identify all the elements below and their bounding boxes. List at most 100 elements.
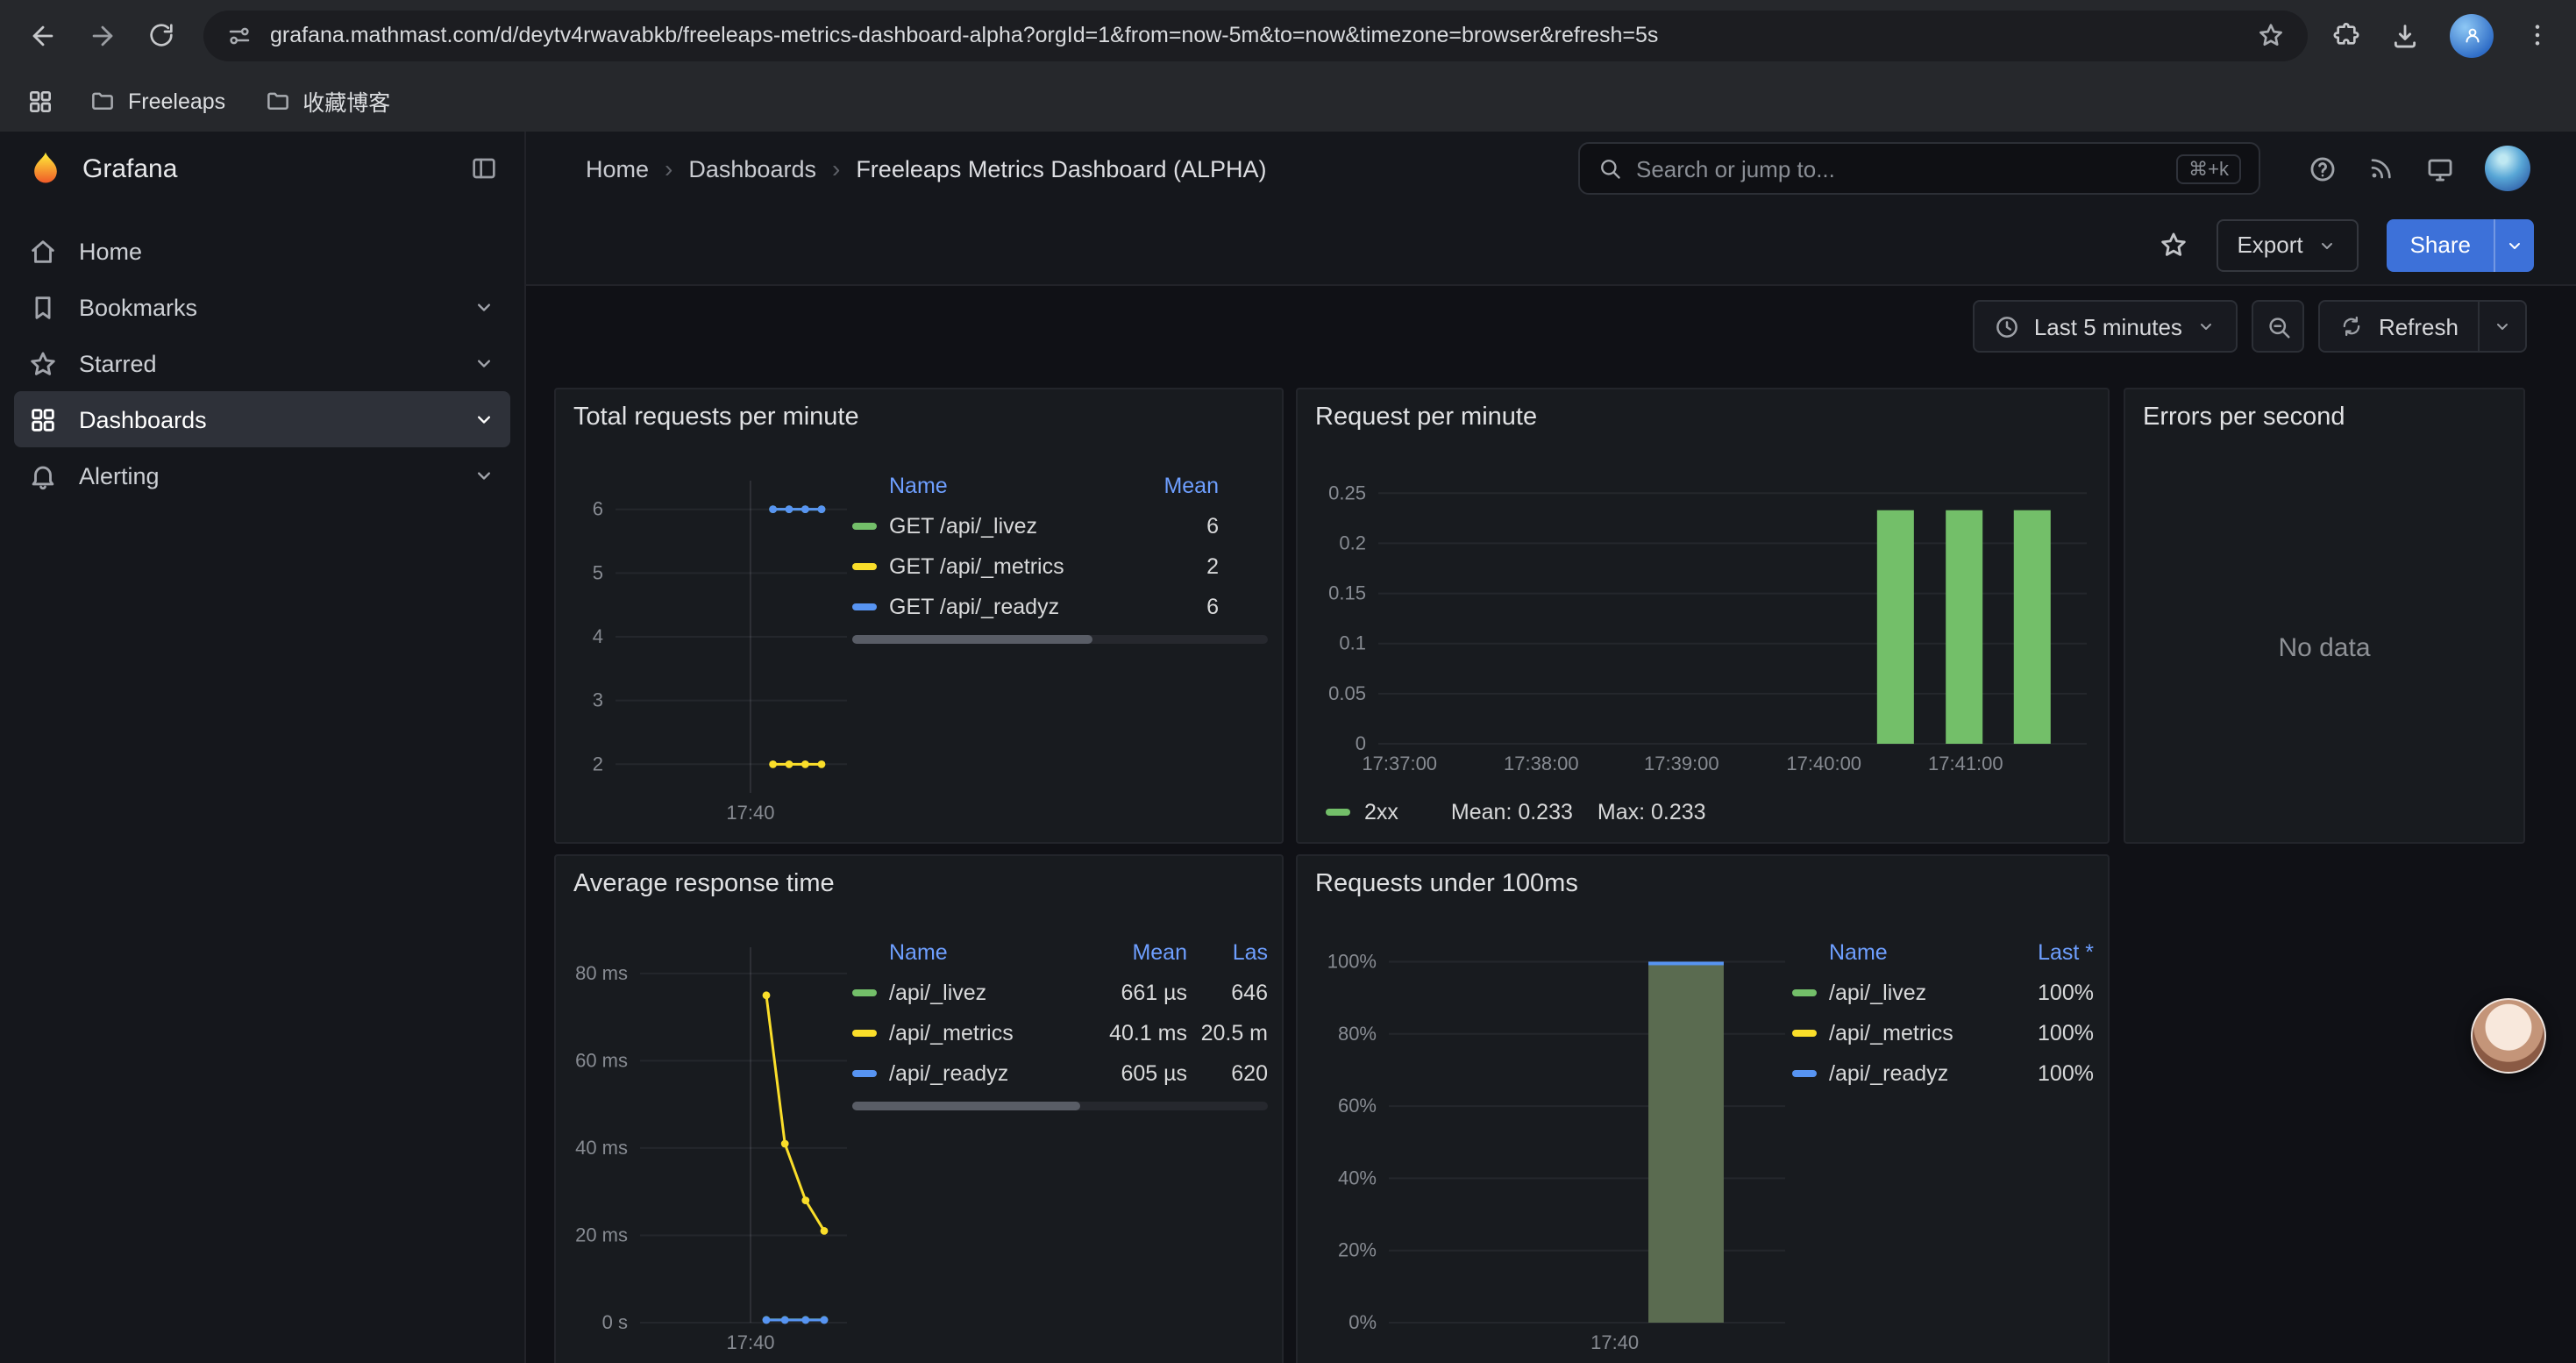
refresh-button[interactable]: Refresh xyxy=(2319,300,2480,353)
chevron-down-icon[interactable] xyxy=(472,463,496,488)
breadcrumb-item[interactable]: Home xyxy=(586,155,649,182)
bookmark-item[interactable]: 收藏博客 xyxy=(264,84,390,118)
rss-icon[interactable] xyxy=(2367,154,2395,182)
series-swatch[interactable] xyxy=(852,988,877,995)
request-per-minute-chart[interactable]: 0.250.20.150.10.05017:37:0017:38:0017:39… xyxy=(1312,467,2097,782)
legend-col-last[interactable]: Las xyxy=(1187,940,1268,965)
legend-col-mean[interactable]: Mean xyxy=(1085,940,1187,965)
monitor-icon[interactable] xyxy=(2425,153,2455,183)
chevron-down-icon[interactable] xyxy=(472,407,496,432)
legend-col-name[interactable]: Name xyxy=(852,940,1085,965)
svg-text:40 ms: 40 ms xyxy=(575,1137,628,1159)
series-name[interactable]: GET /api/_livez xyxy=(889,513,1037,538)
dashboard-actions: Export Share xyxy=(526,205,2576,286)
legend-scrollbar[interactable] xyxy=(852,1102,1268,1110)
extensions-icon[interactable] xyxy=(2332,21,2360,49)
series-swatch[interactable] xyxy=(1792,1069,1817,1076)
series-name[interactable]: /api/_metrics xyxy=(889,1020,1014,1045)
chevron-down-icon[interactable] xyxy=(472,351,496,375)
series-name[interactable]: /api/_metrics xyxy=(1829,1020,1953,1045)
series-last: 100% xyxy=(1992,1020,2094,1045)
series-name[interactable]: /api/_readyz xyxy=(1829,1060,1948,1085)
bookmark-star-icon[interactable] xyxy=(2257,21,2285,49)
url-text[interactable]: grafana.mathmast.com/d/deytv4rwavabkb/fr… xyxy=(270,23,1658,47)
browser-menu-icon[interactable] xyxy=(2523,21,2551,49)
legend-col-name[interactable]: Name xyxy=(852,474,1121,498)
sidebar-item-home[interactable]: Home xyxy=(14,223,510,279)
back-icon[interactable] xyxy=(28,20,58,50)
breadcrumb-item[interactable]: Dashboards xyxy=(688,155,816,182)
requests-under-100ms-chart[interactable]: 100%80%60%40%20%0%17:40 xyxy=(1312,933,1796,1361)
site-settings-icon[interactable] xyxy=(226,22,253,48)
panel-title[interactable]: Request per minute xyxy=(1298,389,2108,432)
browser-profile-avatar[interactable] xyxy=(2450,13,2494,57)
browser-toolbar: grafana.mathmast.com/d/deytv4rwavabkb/fr… xyxy=(0,0,2576,70)
zoom-out-button[interactable] xyxy=(2252,300,2305,353)
reload-icon[interactable] xyxy=(147,21,175,49)
favorite-star-icon[interactable] xyxy=(2158,230,2188,260)
address-bar[interactable]: grafana.mathmast.com/d/deytv4rwavabkb/fr… xyxy=(203,10,2308,61)
svg-text:0.25: 0.25 xyxy=(1328,482,1366,503)
search-box[interactable]: ⌘+k xyxy=(1578,142,2260,195)
series-mean: 2 xyxy=(1121,553,1219,578)
series-name[interactable]: 2xx xyxy=(1364,800,1398,824)
legend-scrollbar[interactable] xyxy=(852,635,1268,644)
sidebar-collapse-icon[interactable] xyxy=(470,154,498,182)
panel-title[interactable]: Errors per second xyxy=(2125,389,2523,432)
svg-text:20 ms: 20 ms xyxy=(575,1224,628,1245)
folder-icon xyxy=(264,88,290,114)
series-swatch[interactable] xyxy=(852,1069,877,1076)
breadcrumb-item[interactable]: Freeleaps Metrics Dashboard (ALPHA) xyxy=(856,155,1266,182)
share-button[interactable]: Share xyxy=(2387,218,2494,271)
breadcrumb-separator: › xyxy=(832,154,840,182)
share-split-button: Share xyxy=(2387,218,2534,271)
total-requests-chart[interactable]: 6543217:40 xyxy=(570,467,857,831)
brand-name: Grafana xyxy=(82,153,177,183)
search-input[interactable] xyxy=(1636,155,2162,182)
series-name[interactable]: /api/_livez xyxy=(1829,980,1926,1004)
sidebar-item-dashboards[interactable]: Dashboards xyxy=(14,391,510,447)
series-swatch[interactable] xyxy=(852,603,877,610)
legend-col-last[interactable]: Last * xyxy=(1992,940,2094,965)
series-swatch[interactable] xyxy=(852,1029,877,1036)
share-menu-button[interactable] xyxy=(2494,218,2534,271)
export-button[interactable]: Export xyxy=(2216,218,2359,271)
grafana-logo-icon[interactable] xyxy=(26,149,65,188)
sidebar-item-starred[interactable]: Starred xyxy=(14,335,510,391)
panel-title[interactable]: Average response time xyxy=(556,856,1282,898)
user-avatar[interactable] xyxy=(2485,146,2530,191)
sidebar: Grafana Home Bookmarks StarredDashboardsAl… xyxy=(0,132,526,1363)
chevron-down-icon[interactable] xyxy=(472,295,496,319)
series-swatch[interactable] xyxy=(1792,988,1817,995)
series-swatch[interactable] xyxy=(852,562,877,569)
series-mean: 6 xyxy=(1121,594,1219,618)
person-icon xyxy=(2461,25,2482,46)
forward-icon[interactable] xyxy=(88,20,117,50)
series-name[interactable]: /api/_readyz xyxy=(889,1060,1008,1085)
sidebar-item-alerting[interactable]: Alerting xyxy=(14,447,510,503)
panel-request-per-minute: Request per minute 0.250.20.150.10.05017… xyxy=(1296,388,2110,844)
average-response-time-chart[interactable]: 80 ms60 ms40 ms20 ms0 s17:40 xyxy=(570,933,857,1361)
series-swatch[interactable] xyxy=(1326,809,1350,816)
legend-col-name[interactable]: Name xyxy=(1792,940,1992,965)
help-icon[interactable] xyxy=(2308,153,2338,183)
panel-title[interactable]: Requests under 100ms xyxy=(1298,856,2108,898)
assistant-avatar[interactable] xyxy=(2471,998,2546,1074)
refresh-interval-button[interactable] xyxy=(2480,300,2527,353)
series-swatch[interactable] xyxy=(852,522,877,529)
export-label: Export xyxy=(2237,232,2302,258)
series-name[interactable]: GET /api/_readyz xyxy=(889,594,1059,618)
panel-title[interactable]: Total requests per minute xyxy=(556,389,1282,432)
grafana-main: Home›Dashboards›Freeleaps Metrics Dashbo… xyxy=(526,132,2576,1363)
downloads-icon[interactable] xyxy=(2390,20,2420,50)
sidebar-item-label: Bookmarks xyxy=(79,294,197,320)
time-range-picker[interactable]: Last 5 minutes xyxy=(1973,300,2238,353)
legend-col-mean[interactable]: Mean xyxy=(1121,474,1219,498)
series-swatch[interactable] xyxy=(1792,1029,1817,1036)
series-mean: 661 µs xyxy=(1085,980,1187,1004)
bookmark-item[interactable]: Freeleaps xyxy=(89,88,225,114)
sidebar-item-bookmarks[interactable]: Bookmarks xyxy=(14,279,510,335)
apps-grid-icon[interactable] xyxy=(26,87,54,115)
series-name[interactable]: /api/_livez xyxy=(889,980,986,1004)
series-name[interactable]: GET /api/_metrics xyxy=(889,553,1064,578)
